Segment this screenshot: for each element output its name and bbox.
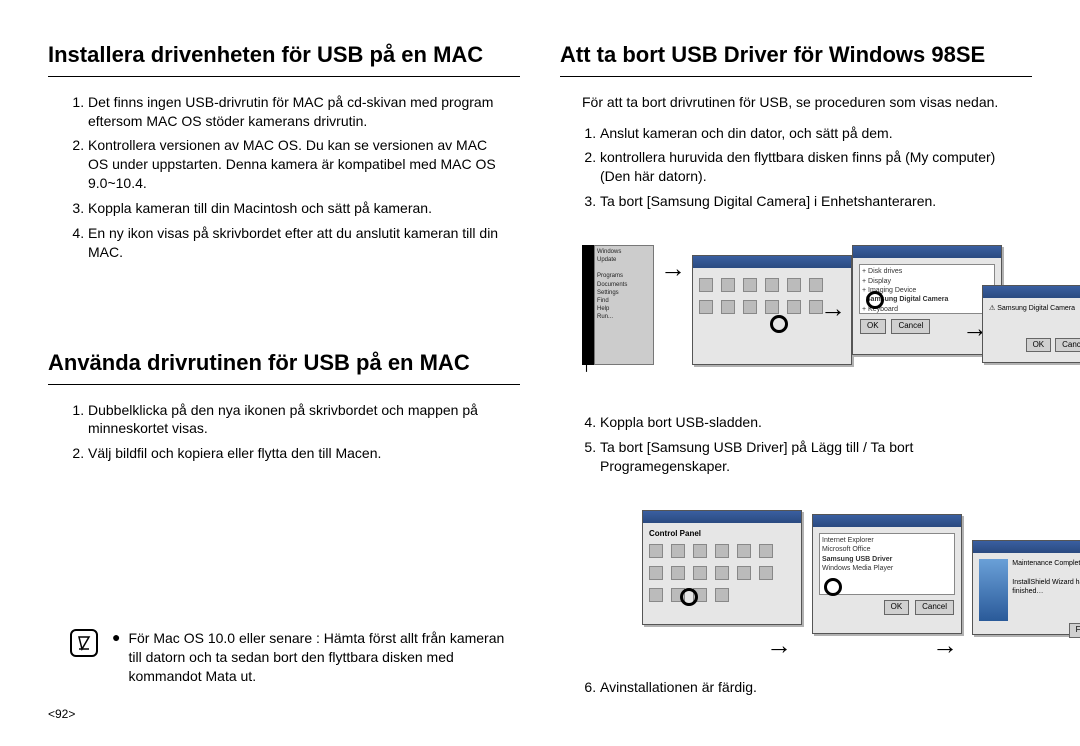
arrow-right-icon: → <box>766 628 792 663</box>
illustration-device-manager: WindowsUpdateProgramsDocumentsSettingsFi… <box>582 245 1032 395</box>
arrow-up-icon: ↑ <box>580 345 593 380</box>
list-remove-part2: Koppla bort USB-sladden. Ta bort [Samsun… <box>600 413 1032 482</box>
list-install-mac: Det finns ingen USB-drivrutin för MAC på… <box>88 93 520 268</box>
list-remove-part3: Avinstallationen är färdig. <box>600 678 1032 703</box>
list-item: Anslut kameran och din dator, och sätt p… <box>600 124 1032 143</box>
window-control-panel: Control Panel <box>642 510 802 625</box>
page-number: <92> <box>48 706 75 722</box>
right-column: Att ta bort USB Driver för Windows 98SE … <box>560 40 1032 722</box>
bullet-icon: ● <box>112 629 120 686</box>
window-uninstall-wizard: Maintenance CompleteInstallShield Wizard… <box>972 540 1080 635</box>
window-confirm-remove: ⚠ Samsung Digital Camera OK Cancel <box>982 285 1080 363</box>
list-item: Välj bildfil och kopiera eller flytta de… <box>88 444 520 463</box>
list-item: En ny ikon visas på skrivbordet efter at… <box>88 224 520 262</box>
heading-install-mac: Installera drivenheten för USB på en MAC <box>48 40 520 77</box>
list-use-mac: Dubbelklicka på den nya ikonen på skrivb… <box>88 401 520 470</box>
cancel-button: Cancel <box>915 600 954 615</box>
list-item: Kontrollera versionen av MAC OS. Du kan … <box>88 136 520 193</box>
highlight-circle-icon <box>824 578 842 596</box>
cancel-button: Cancel <box>1055 338 1080 353</box>
left-column: Installera drivenheten för USB på en MAC… <box>48 40 520 722</box>
heading-remove-win98: Att ta bort USB Driver för Windows 98SE <box>560 40 1032 77</box>
list-item: kontrollera huruvida den flyttbara diske… <box>600 148 1032 186</box>
ok-button: OK <box>884 600 910 615</box>
note-block: ● För Mac OS 10.0 eller senare : Hämta f… <box>70 629 520 686</box>
list-item: Koppla bort USB-sladden. <box>600 413 1032 432</box>
ok-button: OK <box>860 319 886 334</box>
list-item: Det finns ingen USB-drivrutin för MAC på… <box>88 93 520 131</box>
illustration-add-remove: Control Panel → Internet ExplorerMicroso… <box>582 510 1032 660</box>
heading-use-mac: Använda drivrutinen för USB på en MAC <box>48 348 520 385</box>
list-item: Koppla kameran till din Macintosh och sä… <box>88 199 520 218</box>
highlight-circle-icon <box>680 588 698 606</box>
arrow-right-icon: → <box>820 291 846 326</box>
intro-text: För att ta bort drivrutinen för USB, se … <box>582 93 1032 112</box>
list-remove-part1: Anslut kameran och din dator, och sätt p… <box>600 124 1032 218</box>
finish-button: Finish <box>1069 623 1080 638</box>
list-item: Avinstallationen är färdig. <box>600 678 1032 697</box>
note-text: För Mac OS 10.0 eller senare : Hämta för… <box>128 629 520 686</box>
list-item: Ta bort [Samsung USB Driver] på Lägg til… <box>600 438 1032 476</box>
note-icon <box>70 629 98 657</box>
arrow-right-icon: → <box>660 251 686 286</box>
cancel-button: Cancel <box>891 319 930 334</box>
list-item: Ta bort [Samsung Digital Camera] i Enhet… <box>600 192 1032 211</box>
list-item: Dubbelklicka på den nya ikonen på skrivb… <box>88 401 520 439</box>
ok-button: OK <box>1026 338 1052 353</box>
window-add-remove-programs: Internet ExplorerMicrosoft OfficeSamsung… <box>812 514 962 634</box>
arrow-right-icon: → <box>932 628 958 663</box>
